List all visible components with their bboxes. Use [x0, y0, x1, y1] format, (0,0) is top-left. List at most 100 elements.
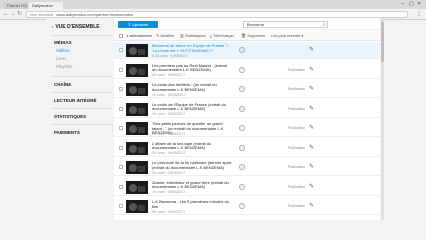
- info-icon[interactable]: i: [239, 86, 245, 92]
- video-thumbnail[interactable]: [126, 200, 148, 213]
- row-checkbox[interactable]: [119, 165, 123, 169]
- sidebar-item-medias[interactable]: MÉDIAS: [54, 40, 72, 45]
- pencil-icon[interactable]: ✎: [309, 202, 314, 209]
- stats-action[interactable]: ▥ Statistiques: [180, 33, 206, 39]
- status-label: Publication: [288, 126, 306, 130]
- table-row[interactable]: Le poids des héritiers : (un extrait du …: [114, 81, 380, 98]
- video-thumbnail[interactable]: [126, 44, 148, 57]
- maximize-icon[interactable]: ▢: [409, 1, 414, 7]
- pencil-icon[interactable]: ✎: [309, 85, 314, 92]
- row-checkbox[interactable]: [119, 67, 123, 72]
- row-checkbox[interactable]: [119, 145, 123, 150]
- video-thumbnail[interactable]: [126, 141, 148, 155]
- video-thumbnail[interactable]: [126, 180, 148, 194]
- table-row[interactable]: Le protocole de la fin nationale (dernie…: [114, 159, 380, 176]
- sidebar-item-statistiques[interactable]: STATISTIQUES: [54, 114, 86, 119]
- pencil-icon[interactable]: ✎: [309, 183, 314, 190]
- sidebar-item-lives[interactable]: Lives: [56, 56, 67, 61]
- video-thumbnail[interactable]: [126, 63, 148, 77]
- selection-count: 1 sélectionnée: [126, 33, 152, 38]
- info-icon[interactable]: i: [239, 66, 245, 73]
- row-checkbox[interactable]: [119, 204, 123, 208]
- info-icon[interactable]: i: [239, 125, 245, 131]
- thumbnail-figure: [138, 185, 145, 192]
- row-checkbox[interactable]: [119, 48, 123, 52]
- minimize-icon[interactable]: –: [401, 1, 404, 7]
- table-row[interactable]: L'affaire de la sex-tape (extrait du doc…: [114, 140, 380, 157]
- video-thumbnail[interactable]: [126, 161, 148, 174]
- table-row[interactable]: Zidane, entraîneur et grand frère (extra…: [114, 179, 380, 196]
- info-icon[interactable]: i: [239, 144, 245, 151]
- video-title[interactable]: Le poids de l'Équipe de France (extrait …: [152, 102, 232, 112]
- select-all-checkbox[interactable]: [119, 34, 123, 38]
- search-input[interactable]: Benzema: [243, 21, 328, 28]
- sidebar-item-playlists[interactable]: Playlists: [56, 64, 73, 69]
- reload-icon[interactable]: ↻: [17, 11, 22, 17]
- thumbnail-figure: [129, 105, 137, 114]
- thumbnail-figure: [129, 47, 137, 55]
- row-checkbox[interactable]: [119, 184, 123, 189]
- sidebar-item-videos[interactable]: Vidéos: [56, 48, 70, 53]
- row-checkbox[interactable]: [119, 126, 123, 130]
- table-row[interactable]: L.K Benzema - Les 5 premières minutes du…: [114, 198, 380, 215]
- table-row[interactable]: Les premiers pas au Real Madrid - (extra…: [114, 62, 380, 79]
- sidebar-overview[interactable]: ‹ VUE D'ENSEMBLE: [52, 24, 100, 30]
- forward-icon[interactable]: →: [10, 11, 16, 17]
- video-meta: 2K vues · 09/05/2017: [152, 151, 186, 155]
- pencil-icon[interactable]: ✎: [309, 46, 314, 53]
- edit-action[interactable]: ✎ Modifier: [156, 33, 175, 39]
- video-meta: 1K vues · 09/05/2017: [152, 112, 186, 116]
- thumbnail-figure: [129, 203, 137, 211]
- tab-dailymotion[interactable]: Dailymotion: [29, 2, 63, 9]
- thumbnail-figure: [129, 183, 137, 192]
- video-title[interactable]: L.K Benzema - Les 5 premières minutes du…: [152, 199, 232, 209]
- thumbnail-figure: [138, 127, 145, 133]
- status-label: Publication: [288, 106, 306, 111]
- back-icon[interactable]: ←: [3, 11, 9, 17]
- tab-partner-hq[interactable]: Partner HQ: [4, 2, 28, 9]
- url-input[interactable]: Non sécurisé www.dailymotion.com/partner/…: [26, 11, 408, 18]
- video-title[interactable]: Zidane, entraîneur et grand frère (extra…: [152, 180, 232, 190]
- scrollbar-thumb[interactable]: [381, 22, 384, 62]
- browser-titlebar: Partner HQ Dailymotion – ▢ ✕: [0, 0, 426, 9]
- video-thumbnail[interactable]: [126, 83, 148, 96]
- pencil-icon[interactable]: ✎: [309, 124, 314, 131]
- video-title[interactable]: Le protocole de la fin nationale (dernie…: [152, 160, 232, 170]
- info-icon[interactable]: i: [239, 47, 245, 53]
- pencil-icon[interactable]: ✎: [309, 66, 314, 73]
- video-thumbnail[interactable]: [126, 122, 148, 135]
- table-row[interactable]: "Des petits joueurs de quartier au grand…: [114, 120, 380, 137]
- upload-button[interactable]: ⇪ Uploader: [118, 21, 158, 28]
- download-action[interactable]: ⤓ Télécharger: [210, 33, 234, 39]
- thumbnail-figure: [129, 86, 137, 94]
- scrollbar[interactable]: [381, 18, 384, 220]
- thumbnail-figure: [138, 88, 145, 94]
- video-meta: 2K vues · 09/05/2017: [152, 73, 186, 77]
- video-title[interactable]: Le poids des héritiers : (un extrait du …: [152, 82, 232, 92]
- video-title[interactable]: L'affaire de la sex-tape (extrait du doc…: [152, 141, 232, 151]
- row-checkbox[interactable]: [119, 87, 123, 91]
- video-thumbnail[interactable]: [126, 102, 148, 116]
- pencil-icon[interactable]: ✎: [309, 105, 314, 112]
- browser-menu-icon[interactable]: ⋮: [416, 11, 422, 17]
- pencil-icon[interactable]: ✎: [309, 144, 314, 151]
- info-icon[interactable]: i: [239, 105, 245, 112]
- pencil-icon[interactable]: ✎: [309, 163, 314, 170]
- info-icon[interactable]: i: [239, 203, 245, 209]
- table-row[interactable]: Benzema de retour en Equipe de France ? …: [114, 42, 380, 59]
- media-list-panel: ⇪ Uploader Benzema ⌕ 1 sélectionnée ✎ Mo…: [114, 18, 380, 220]
- info-icon[interactable]: i: [239, 183, 245, 190]
- search-icon[interactable]: ⌕: [323, 22, 326, 28]
- sidebar-item-paiements[interactable]: PAIEMENTS: [54, 130, 80, 135]
- sort-dropdown[interactable]: Les plus récents ▾: [271, 33, 303, 39]
- video-title[interactable]: Benzema de retour en Equipe de France ? …: [152, 43, 232, 53]
- video-meta: 6.3K vues · 10/05/2017: [152, 53, 189, 58]
- info-icon[interactable]: i: [239, 164, 245, 170]
- video-title[interactable]: Les premiers pas au Real Madrid - (extra…: [152, 63, 232, 73]
- delete-action[interactable]: 🗑 Supprimer: [241, 33, 266, 39]
- sidebar-item-lecteur[interactable]: LECTEUR INTÉGRÉ: [54, 98, 97, 103]
- row-checkbox[interactable]: [119, 106, 123, 111]
- close-icon[interactable]: ✕: [417, 1, 421, 7]
- sidebar-item-chaine[interactable]: CHAÎNE: [54, 82, 71, 87]
- table-row[interactable]: Le poids de l'Équipe de France (extrait …: [114, 101, 380, 118]
